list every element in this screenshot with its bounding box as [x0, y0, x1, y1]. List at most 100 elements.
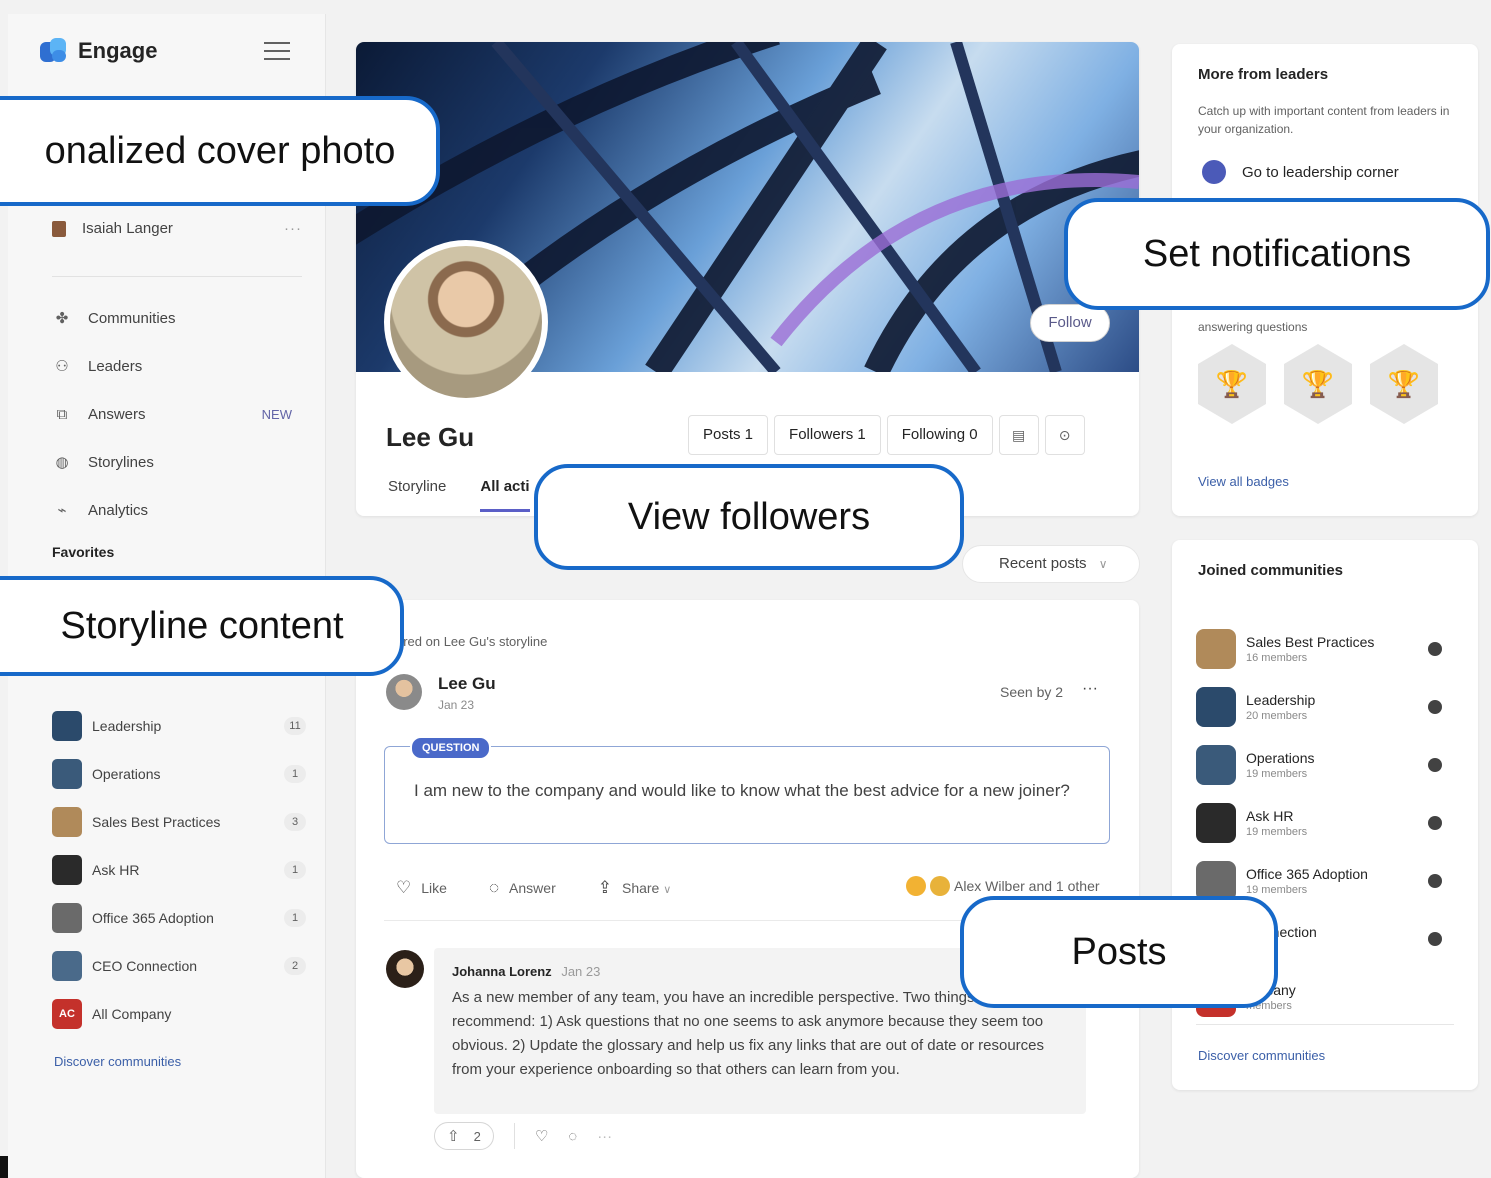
unread-count: 3 — [284, 813, 306, 831]
unread-count: 1 — [284, 765, 306, 783]
community-name: Leadership — [1246, 692, 1316, 708]
leadership-corner-label: Go to leadership corner — [1242, 163, 1399, 181]
callout-set-notifications: Set notifications — [1064, 198, 1490, 310]
following-count-button[interactable]: Following 0 — [886, 415, 993, 455]
community-item-ask-hr[interactable]: Ask HR 1 — [52, 846, 312, 894]
reply-icon[interactable]: ◌ — [568, 1128, 577, 1145]
community-thumbnail — [1196, 687, 1236, 727]
reply-author[interactable]: Johanna Lorenz — [452, 964, 552, 979]
like-icon[interactable]: ♡ — [535, 1127, 548, 1145]
community-item-sales-best-practices[interactable]: Sales Best Practices 3 — [52, 798, 312, 846]
author-avatar[interactable] — [386, 674, 422, 710]
community-name: Ask HR — [1246, 808, 1294, 824]
share-icon: ⇪ — [597, 878, 612, 897]
analytics-icon: ⌁ — [57, 502, 67, 519]
notifications-icon[interactable]: ⊙ — [1044, 415, 1085, 455]
communities-icon: ✤ — [55, 310, 69, 327]
contact-card-icon[interactable]: ▤ — [998, 415, 1039, 455]
joined-community-item[interactable]: Operations 19 members — [1196, 736, 1452, 794]
hamburger-menu-icon[interactable] — [264, 42, 290, 62]
like-icon: ♡ — [396, 878, 412, 897]
chevron-down-icon: ∨ — [1098, 557, 1108, 571]
community-thumbnail — [52, 855, 82, 885]
sort-dropdown-value: Recent posts — [999, 555, 1087, 572]
discover-communities-link[interactable]: Discover communities — [1198, 1048, 1325, 1063]
storylines-icon: ◍ — [55, 454, 69, 471]
brand[interactable]: Engage — [40, 38, 157, 64]
unread-count: 11 — [284, 717, 306, 735]
badge-trophy-icon[interactable]: 🏆 — [1370, 344, 1438, 424]
more-options-icon[interactable]: ··· — [1082, 680, 1098, 698]
community-item-office-365-adoption[interactable]: Office 365 Adoption 1 — [52, 894, 312, 942]
profile-name: Lee Gu — [386, 422, 475, 452]
reactions-text: Alex Wilber and 1 other — [954, 878, 1100, 894]
community-item-ceo-connection[interactable]: CEO Connection 2 — [52, 942, 312, 990]
followers-count-button[interactable]: Followers 1 — [774, 415, 881, 455]
sidebar-item-label: Storylines — [88, 453, 154, 471]
community-item-all-company[interactable]: AC All Company — [52, 990, 312, 1038]
divider — [52, 276, 302, 277]
post-author[interactable]: Lee Gu — [438, 674, 496, 694]
answer-button[interactable]: ◌ Answer — [489, 878, 556, 898]
sort-dropdown[interactable]: Recent posts ∨ — [962, 545, 1140, 583]
reply-date: Jan 23 — [561, 964, 601, 979]
question-tag: QUESTION — [410, 736, 492, 760]
community-name: Sales Best Practices — [1246, 634, 1375, 650]
sidebar-item-answers[interactable]: ⧉ Answers NEW — [52, 390, 302, 438]
discover-communities-link[interactable]: Discover communities — [54, 1054, 181, 1069]
profile-stats: Posts 1 Followers 1 Following 0 ▤ ⊙ — [688, 415, 1085, 455]
sidebar-item-communities[interactable]: ✤ Communities — [52, 294, 302, 342]
reply-author-avatar[interactable] — [386, 950, 424, 988]
more-options-icon[interactable]: ··· — [284, 220, 302, 237]
post-actions: ♡ Like ◌ Answer ⇪ Share ∨ — [396, 878, 671, 898]
tab-storyline[interactable]: Storyline — [388, 478, 446, 512]
more-options-icon[interactable]: ··· — [597, 1128, 612, 1145]
emoji-icon — [930, 876, 950, 896]
badge-trophy-icon[interactable]: 🏆 — [1284, 344, 1352, 424]
engage-logo-icon — [40, 38, 68, 64]
share-button[interactable]: ⇪ Share ∨ — [598, 878, 672, 898]
answer-label: Answer — [509, 880, 556, 896]
answers-icon: ⧉ — [56, 405, 68, 423]
callout-view-followers: View followers — [534, 464, 964, 570]
leadership-corner-link[interactable]: Go to leadership corner — [1202, 160, 1399, 184]
community-members: 16 members — [1246, 652, 1308, 664]
callout-cover-photo: onalized cover photo — [0, 96, 440, 206]
like-button[interactable]: ♡ Like — [396, 878, 447, 898]
community-item-leadership[interactable]: Leadership 11 — [52, 702, 312, 750]
profile-tabs: Storyline All acti — [388, 478, 530, 512]
community-thumbnail — [52, 903, 82, 933]
community-item-operations[interactable]: Operations 1 — [52, 750, 312, 798]
community-name: Sales Best Practices — [92, 814, 221, 830]
sidebar-item-storylines[interactable]: ◍ Storylines — [52, 438, 302, 486]
community-thumbnail: AC — [52, 999, 82, 1029]
posts-count-button[interactable]: Posts 1 — [688, 415, 769, 455]
tab-all-activity[interactable]: All acti — [480, 478, 530, 512]
community-members: 19 members — [1246, 884, 1308, 896]
community-thumbnail — [52, 759, 82, 789]
share-label: Share — [621, 880, 660, 896]
joined-communities-title: Joined communities — [1198, 562, 1344, 579]
reactions-summary[interactable]: Alex Wilber and 1 other — [906, 876, 1100, 896]
user-icon — [52, 220, 66, 237]
sidebar-item-leaders[interactable]: ⚇ Leaders — [52, 342, 302, 390]
community-thumbnail — [1196, 861, 1236, 901]
joined-community-item[interactable]: Leadership 20 members — [1196, 678, 1452, 736]
seen-by[interactable]: Seen by 2 — [1000, 684, 1063, 700]
leaders-icon: ⚇ — [55, 358, 69, 375]
joined-check-icon — [1428, 816, 1442, 830]
community-members: 19 members — [1246, 768, 1308, 780]
badge-trophy-icon[interactable]: 🏆 — [1198, 344, 1266, 424]
joined-community-item[interactable]: Ask HR 19 members — [1196, 794, 1452, 852]
community-name: Operations — [1246, 750, 1315, 766]
sidebar-item-label: Answers — [88, 405, 146, 423]
community-thumbnail — [1196, 745, 1236, 785]
joined-check-icon — [1428, 642, 1442, 656]
joined-community-item[interactable]: Sales Best Practices 16 members — [1196, 620, 1452, 678]
sidebar-item-analytics[interactable]: ⌁ Analytics — [52, 486, 302, 534]
reply-actions: ⇧ 2 ♡ ◌ ··· — [434, 1122, 612, 1150]
upvote-button[interactable]: ⇧ 2 — [434, 1122, 494, 1150]
sidebar-user[interactable]: Isaiah Langer ··· — [52, 220, 302, 237]
view-all-badges-link[interactable]: View all badges — [1198, 474, 1289, 489]
joined-check-icon — [1428, 758, 1442, 772]
